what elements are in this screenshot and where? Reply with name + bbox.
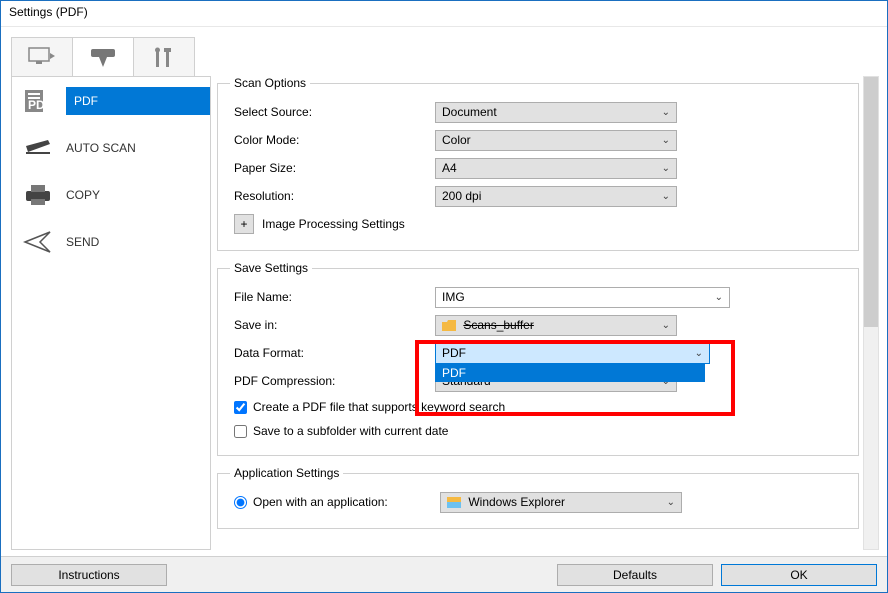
paper-size-dropdown[interactable]: A4 ⌄ — [435, 158, 677, 179]
chevron-down-icon: ⌄ — [662, 135, 670, 146]
save-in-dropdown[interactable]: Scans_buffer ⌄ — [435, 315, 677, 336]
explorer-icon — [447, 495, 461, 509]
instructions-button[interactable]: Instructions — [11, 564, 167, 586]
ok-button[interactable]: OK — [721, 564, 877, 586]
svg-text:PDF: PDF — [28, 98, 52, 112]
data-format-option-pdf[interactable]: PDF — [436, 365, 704, 381]
select-source-label: Select Source: — [230, 105, 435, 119]
scan-options-legend: Scan Options — [230, 76, 310, 90]
chevron-down-icon: ⌄ — [662, 191, 670, 202]
tab-scanner[interactable] — [72, 37, 134, 77]
subfolder-date-checkbox[interactable] — [234, 425, 247, 438]
pdf-compression-label: PDF Compression: — [230, 374, 435, 388]
application-settings-group: Application Settings Open with an applic… — [217, 466, 859, 529]
plus-icon: + — [240, 217, 247, 231]
data-format-value: PDF — [442, 346, 466, 360]
resolution-value: 200 dpi — [442, 189, 481, 203]
subfolder-date-label: Save to a subfolder with current date — [253, 424, 448, 438]
application-settings-legend: Application Settings — [230, 466, 343, 480]
tab-tools[interactable] — [133, 37, 195, 77]
save-settings-group: Save Settings File Name: IMG ⌄ Save in: — [217, 261, 859, 456]
open-with-app-label: Open with an application: — [253, 495, 388, 509]
sidebar-item-send[interactable]: SEND — [12, 218, 210, 265]
sidebar-item-copy[interactable]: COPY — [12, 171, 210, 218]
printer-icon — [20, 179, 56, 211]
paper-size-label: Paper Size: — [230, 161, 435, 175]
file-name-value: IMG — [442, 290, 465, 304]
data-format-list: PDF — [435, 364, 705, 382]
open-with-app-value: Windows Explorer — [468, 495, 565, 509]
image-processing-label: Image Processing Settings — [262, 217, 405, 231]
open-with-app-radio[interactable] — [234, 496, 247, 509]
resolution-dropdown[interactable]: 200 dpi ⌄ — [435, 186, 677, 207]
sidebar-item-label: SEND — [66, 235, 99, 249]
chevron-down-icon: ⌄ — [662, 163, 670, 174]
scanner-feed-icon — [89, 47, 117, 69]
select-source-dropdown[interactable]: Document ⌄ — [435, 102, 677, 123]
panel-scrollbar[interactable] — [863, 76, 879, 550]
color-mode-label: Color Mode: — [230, 133, 435, 147]
sidebar: PDF PDF AUTO SCAN COPY SEND — [11, 76, 211, 550]
folder-icon — [442, 318, 456, 332]
paper-size-value: A4 — [442, 161, 457, 175]
select-source-value: Document — [442, 105, 497, 119]
data-format-dropdown[interactable]: PDF ⌄ — [435, 343, 710, 364]
keyword-search-label: Create a PDF file that supports keyword … — [253, 400, 505, 414]
chevron-down-icon: ⌄ — [667, 497, 675, 508]
data-format-label: Data Format: — [230, 346, 435, 360]
settings-panel: Scan Options Select Source: Document ⌄ C… — [217, 76, 859, 550]
color-mode-dropdown[interactable]: Color ⌄ — [435, 130, 677, 151]
color-mode-value: Color — [442, 133, 471, 147]
chevron-down-icon: ⌄ — [715, 292, 723, 303]
chevron-down-icon: ⌄ — [695, 348, 703, 359]
defaults-button[interactable]: Defaults — [557, 564, 713, 586]
resolution-label: Resolution: — [230, 189, 435, 203]
save-settings-legend: Save Settings — [230, 261, 312, 275]
dialog-footer: Instructions Defaults OK — [1, 556, 887, 592]
tools-icon — [151, 47, 177, 69]
monitor-icon — [28, 47, 56, 69]
tab-computer[interactable] — [11, 37, 73, 77]
save-in-value: Scans_buffer — [463, 318, 534, 332]
open-with-app-dropdown[interactable]: Windows Explorer ⌄ — [440, 492, 682, 513]
scrollbar-thumb[interactable] — [864, 77, 878, 327]
keyword-search-checkbox[interactable] — [234, 401, 247, 414]
sidebar-item-label: PDF — [74, 94, 98, 108]
save-in-label: Save in: — [230, 318, 435, 332]
image-processing-expand-button[interactable]: + — [234, 214, 254, 234]
file-name-label: File Name: — [230, 290, 435, 304]
sidebar-item-label: COPY — [66, 188, 100, 202]
scan-options-group: Scan Options Select Source: Document ⌄ C… — [217, 76, 859, 251]
file-name-combo[interactable]: IMG ⌄ — [435, 287, 730, 308]
window-title: Settings (PDF) — [1, 1, 887, 27]
autoscan-icon — [20, 132, 56, 164]
chevron-down-icon: ⌄ — [662, 107, 670, 118]
send-icon — [20, 226, 56, 258]
chevron-down-icon: ⌄ — [662, 320, 670, 331]
sidebar-item-label: AUTO SCAN — [66, 141, 136, 155]
sidebar-item-autoscan[interactable]: AUTO SCAN — [12, 124, 210, 171]
sidebar-item-pdf[interactable]: PDF PDF — [12, 77, 210, 124]
pdf-icon: PDF — [20, 85, 56, 117]
